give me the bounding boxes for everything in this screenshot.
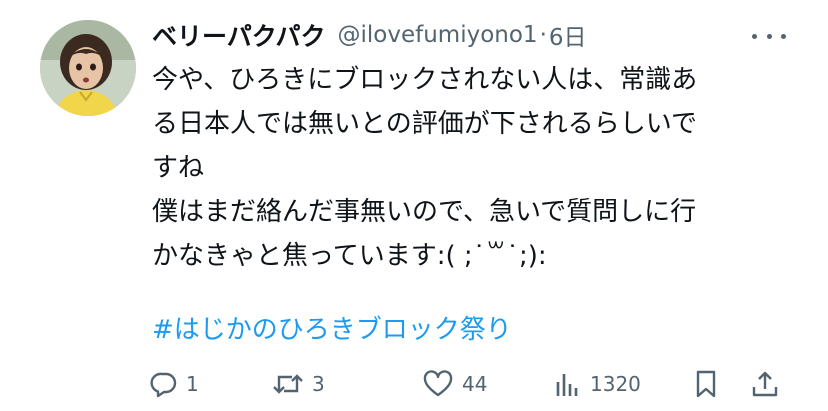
reply-icon [150,370,178,398]
tweet-header: ベリーパクパク @ilovefumiyono1 · 6日 [152,14,587,56]
views-button[interactable]: 1320 [554,364,641,404]
tweet-text-line: すね [152,153,205,183]
reply-count: 1 [186,372,199,396]
hashtag-link[interactable]: #はじかのひろきブロック祭り [152,308,512,352]
retweet-button[interactable]: 3 [272,364,325,404]
tweet[interactable]: ベリーパクパク @ilovefumiyono1 · 6日 今や、ひろきにブロック… [0,0,828,411]
retweet-count: 3 [312,372,325,396]
tweet-text: 今や、ひろきにブロックされない人は、常識あ る日本人では無いとの評価が下されるら… [152,58,792,278]
tweet-text-line: る日本人では無いとの評価が下されるらしいで [152,109,697,139]
heart-icon [422,370,454,398]
action-bar: 1 3 44 1320 [150,364,790,404]
timestamp[interactable]: 6日 [549,18,587,52]
view-count: 1320 [590,372,641,396]
like-button[interactable]: 44 [422,364,487,404]
tweet-text-line: 僕はまだ絡んだ事無いので、急いで質問しに行 [152,197,697,227]
tweet-text-line: 今や、ひろきにブロックされない人は、常識あ [152,65,698,95]
like-count: 44 [462,372,488,396]
share-icon [750,369,780,399]
reply-button[interactable]: 1 [150,364,199,404]
bookmark-button[interactable] [692,364,720,404]
tweet-text-line: かなきゃと焦っています:( ;˙꒳˙;): [152,241,547,271]
more-icon[interactable] [752,24,786,48]
separator-dot: · [539,22,547,48]
retweet-icon [272,370,304,398]
bookmark-icon [692,369,720,399]
user-handle[interactable]: @ilovefumiyono1 [338,22,538,48]
share-button[interactable] [750,364,780,404]
display-name[interactable]: ベリーパクパク [152,17,326,53]
avatar[interactable] [40,20,136,116]
avatar-image [40,20,136,116]
views-icon [554,370,582,398]
